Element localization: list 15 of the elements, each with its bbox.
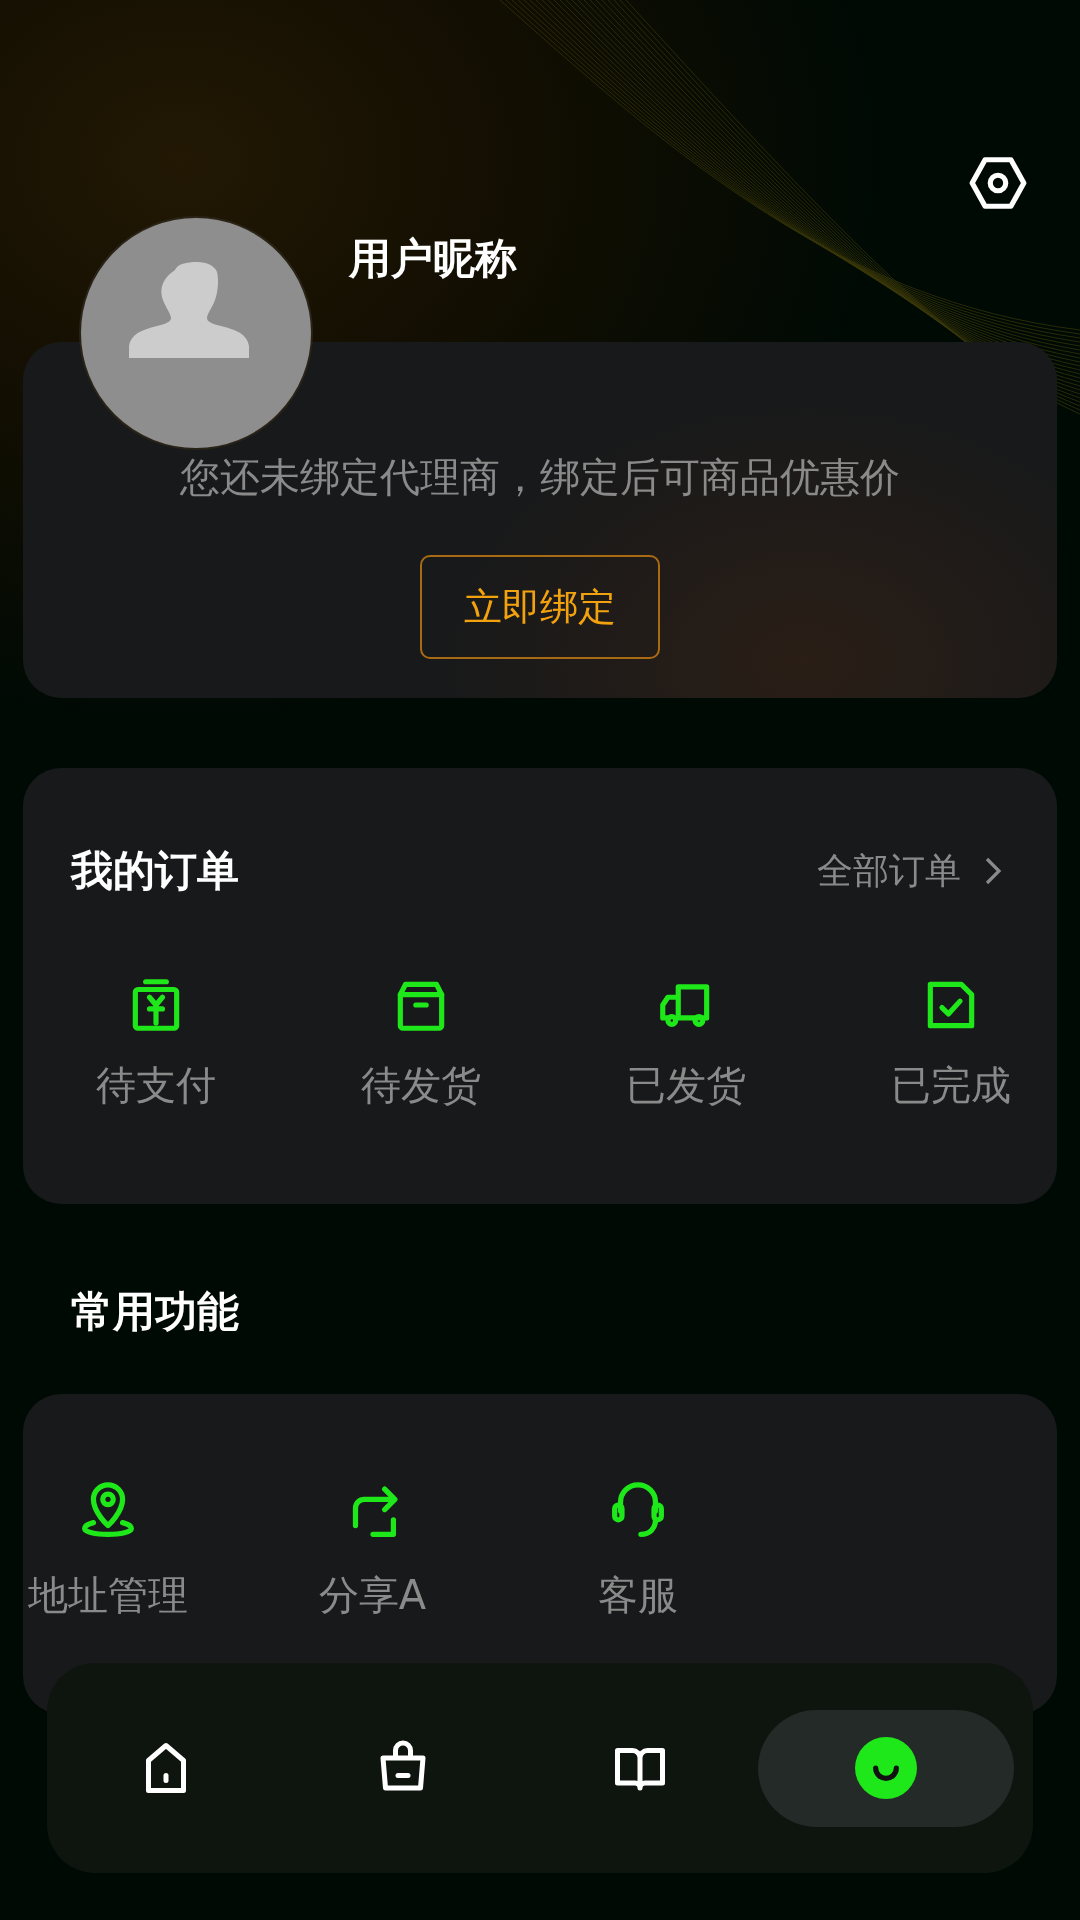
bind-button[interactable]: 立即绑定 bbox=[420, 555, 660, 659]
section-title: 常用功能 bbox=[71, 1286, 240, 1338]
order-status-label[interactable]: 已发货 bbox=[625, 1058, 746, 1113]
smiley-icon bbox=[855, 1737, 917, 1799]
user-nickname: 用户昵称 bbox=[349, 233, 517, 285]
agent-message: 您还未绑定代理商，绑定后可商品优惠价 bbox=[180, 453, 900, 502]
section-title: 我的订单 bbox=[71, 845, 239, 897]
chevron-right-icon bbox=[983, 855, 1003, 887]
function-label[interactable]: 客服 bbox=[597, 1568, 678, 1623]
order-status-label[interactable]: 已完成 bbox=[890, 1058, 1011, 1113]
function-label[interactable]: 地址管理 bbox=[27, 1568, 188, 1623]
order-status-label[interactable]: 待支付 bbox=[95, 1058, 216, 1113]
order-status-label[interactable]: 待发货 bbox=[360, 1058, 481, 1113]
all-orders-link[interactable]: 全部订单 bbox=[817, 846, 1003, 896]
function-label[interactable]: 分享A bbox=[318, 1568, 427, 1623]
